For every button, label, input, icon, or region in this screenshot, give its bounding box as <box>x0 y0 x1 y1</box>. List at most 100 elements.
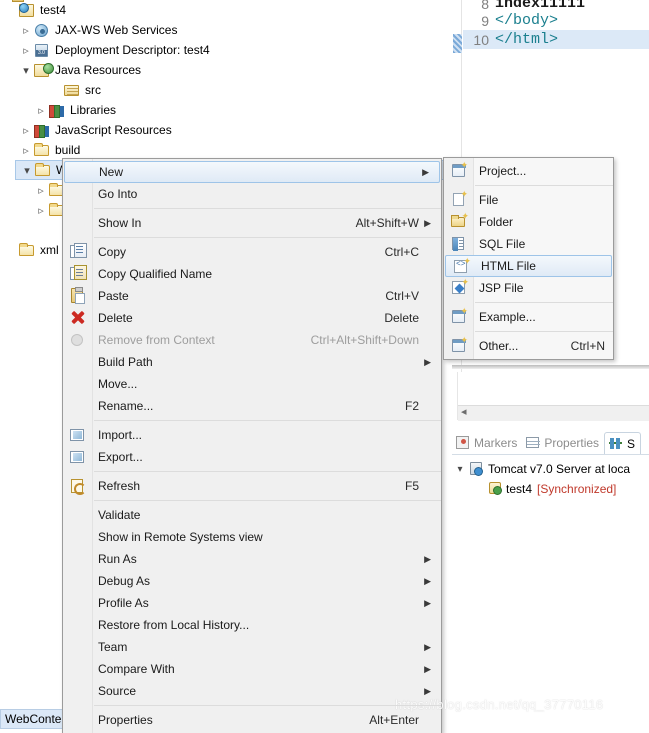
twisty-collapsed-icon[interactable] <box>19 120 33 140</box>
tree-item-src[interactable]: src <box>45 80 452 100</box>
tree-item-libraries[interactable]: Libraries <box>30 100 452 120</box>
menu-item-team[interactable]: Team ▶ <box>63 636 441 658</box>
menu-item-other[interactable]: Other... Ctrl+N <box>444 335 613 357</box>
copy-qualified-name-icon <box>69 265 87 282</box>
tab-markers[interactable]: Markers <box>452 432 522 454</box>
tab-label: S <box>627 436 636 451</box>
tab-s[interactable]: S <box>604 432 642 454</box>
menu-item-label: Run As <box>98 552 137 566</box>
menu-item-remove-from-context: Remove from Context Ctrl+Alt+Shift+Down▶ <box>63 329 441 351</box>
server-tree-row[interactable]: test4 [Synchronized] <box>452 479 649 499</box>
menu-item-delete[interactable]: DeleteDelete▶ <box>63 307 441 329</box>
menu-item-import[interactable]: Import... ▶ <box>63 424 441 446</box>
menu-item-copy[interactable]: Copy Ctrl+C▶ <box>63 241 441 263</box>
menu-item-project[interactable]: Project... <box>444 160 613 182</box>
submenu-arrow-icon: ▶ <box>424 553 431 564</box>
menu-item-label: Project... <box>479 164 527 178</box>
tomcat-server-icon <box>468 460 486 478</box>
status-bar-selection: WebConte <box>0 709 67 729</box>
menu-item-label: Rename... <box>98 399 154 413</box>
server-row-label: test4 <box>506 482 533 496</box>
editor-horizontal-scrollbar[interactable] <box>458 405 649 421</box>
menu-item-folder[interactable]: Folder <box>444 211 613 233</box>
source-folder-icon <box>63 81 81 99</box>
import-icon <box>69 427 86 443</box>
twisty-collapsed-icon[interactable] <box>19 140 33 160</box>
tree-item-java-resources[interactable]: Java Resources <box>15 60 452 80</box>
servers-view-tree[interactable]: ▾ Tomcat v7.0 Server at loca test4 [Synchro… <box>452 454 649 499</box>
submenu-arrow-placeholder: ▶ <box>419 715 431 726</box>
menu-item-properties[interactable]: Properties Alt+Enter▶ <box>63 709 441 731</box>
editor-line[interactable]: 10 </html> <box>463 30 649 49</box>
server-tree-row[interactable]: ▾ Tomcat v7.0 Server at loca <box>452 459 649 479</box>
menu-item-source[interactable]: Source ▶ <box>63 680 441 702</box>
editor-line[interactable]: 8 index11111 <box>463 0 649 11</box>
twisty-collapsed-icon[interactable] <box>34 180 48 200</box>
menu-item-profile-as[interactable]: Profile As ▶ <box>63 592 441 614</box>
twisty-collapsed-icon[interactable] <box>19 20 33 40</box>
menu-item-example[interactable]: Example... <box>444 306 613 328</box>
menu-item-validate[interactable]: Validate ▶ <box>63 504 441 526</box>
new-file-icon <box>450 189 468 208</box>
twisty-expanded-icon[interactable]: ▾ <box>452 464 468 475</box>
twisty-collapsed-icon[interactable] <box>34 100 48 120</box>
menu-item-label: JSP File <box>479 281 524 295</box>
properties-icon <box>525 435 541 451</box>
submenu-arrow-placeholder: ▶ <box>419 247 431 258</box>
menu-item-compare-with[interactable]: Compare With ▶ <box>63 658 441 680</box>
menu-item-show-in-remote-systems-view[interactable]: Show in Remote Systems view ▶ <box>63 526 441 548</box>
menu-item-html-file[interactable]: HTML File <box>445 255 612 277</box>
menu-item-restore-from-local-history[interactable]: Restore from Local History... ▶ <box>63 614 441 636</box>
editor-line-marker <box>453 34 462 53</box>
twisty-collapsed-icon[interactable] <box>34 200 48 220</box>
submenu-arrow-placeholder: ▶ <box>419 313 431 324</box>
editor-line[interactable]: 9 </body> <box>463 11 649 30</box>
editor-code-text: </body> <box>495 12 559 29</box>
tree-item-jax-ws-web-services[interactable]: JAX-WS Web Services <box>15 20 452 40</box>
tree-item-javascript-resources[interactable]: JavaScript Resources <box>15 120 452 140</box>
menu-item-paste[interactable]: Paste Ctrl+V▶ <box>63 285 441 307</box>
menu-item-label: Other... <box>479 339 519 353</box>
menu-item-rename[interactable]: Rename... F2▶ <box>63 395 441 417</box>
tree-item-test4[interactable]: test4 <box>0 0 452 20</box>
menu-item-refresh[interactable]: Refresh F5▶ <box>63 475 441 497</box>
menu-item-shortcut: Ctrl+N <box>570 339 605 353</box>
menu-item-label: New <box>99 165 124 179</box>
menu-item-go-into[interactable]: Go Into ▶ <box>63 183 441 205</box>
tree-item-label: JavaScript Resources <box>55 123 172 137</box>
menu-item-move[interactable]: Move... ▶ <box>63 373 441 395</box>
folder-icon <box>33 141 51 159</box>
project-context-menu[interactable]: New ▶ Go Into ▶ Show In Alt+Shift+W ▶ Copy Ctrl+… <box>62 158 442 733</box>
twisty-collapsed-icon[interactable] <box>19 40 33 60</box>
menu-item-run-as[interactable]: Run As ▶ <box>63 548 441 570</box>
menu-item-debug-as[interactable]: Debug As ▶ <box>63 570 441 592</box>
new-submenu[interactable]: Project... File Folder SQL File HTML File JSP… <box>443 157 614 360</box>
submenu-arrow-icon: ▶ <box>424 685 431 696</box>
menu-item-show-in[interactable]: Show In Alt+Shift+W ▶ <box>63 212 441 234</box>
new-other-icon <box>450 335 468 354</box>
menu-item-jsp-file[interactable]: JSP File <box>444 277 613 299</box>
menu-item-export[interactable]: Export... ▶ <box>63 446 441 468</box>
menu-item-build-path[interactable]: Build Path ▶ <box>63 351 441 373</box>
twisty-expanded-icon[interactable] <box>20 160 34 180</box>
menu-item-copy-qualified-name[interactable]: Copy Qualified Name ▶ <box>63 263 441 285</box>
deployment-descriptor-icon <box>33 41 51 59</box>
menu-item-label: Delete <box>98 311 133 325</box>
libraries-icon <box>33 121 51 139</box>
editor-line-list: 8 index11111 9 </body> 10 </html> <box>463 0 649 49</box>
menu-item-file[interactable]: File <box>444 189 613 211</box>
tab-properties[interactable]: Properties <box>522 432 604 454</box>
submenu-arrow-icon: ▶ <box>424 575 431 586</box>
menu-item-new[interactable]: New ▶ <box>64 161 440 183</box>
copy-icon <box>69 243 87 260</box>
menu-item-label: HTML File <box>481 259 536 273</box>
menu-item-label: Build Path <box>98 355 153 369</box>
menu-separator <box>475 331 613 332</box>
tree-item-build[interactable]: build <box>15 140 452 160</box>
menu-item-sql-file[interactable]: SQL File <box>444 233 613 255</box>
submenu-arrow-icon: ▶ <box>424 217 431 228</box>
menu-separator <box>94 237 441 238</box>
tree-item-deployment-descriptor-test4[interactable]: Deployment Descriptor: test4 <box>15 40 452 60</box>
twisty-expanded-icon[interactable] <box>19 60 33 80</box>
menu-item-shortcut: Ctrl+Alt+Shift+Down <box>310 333 419 347</box>
